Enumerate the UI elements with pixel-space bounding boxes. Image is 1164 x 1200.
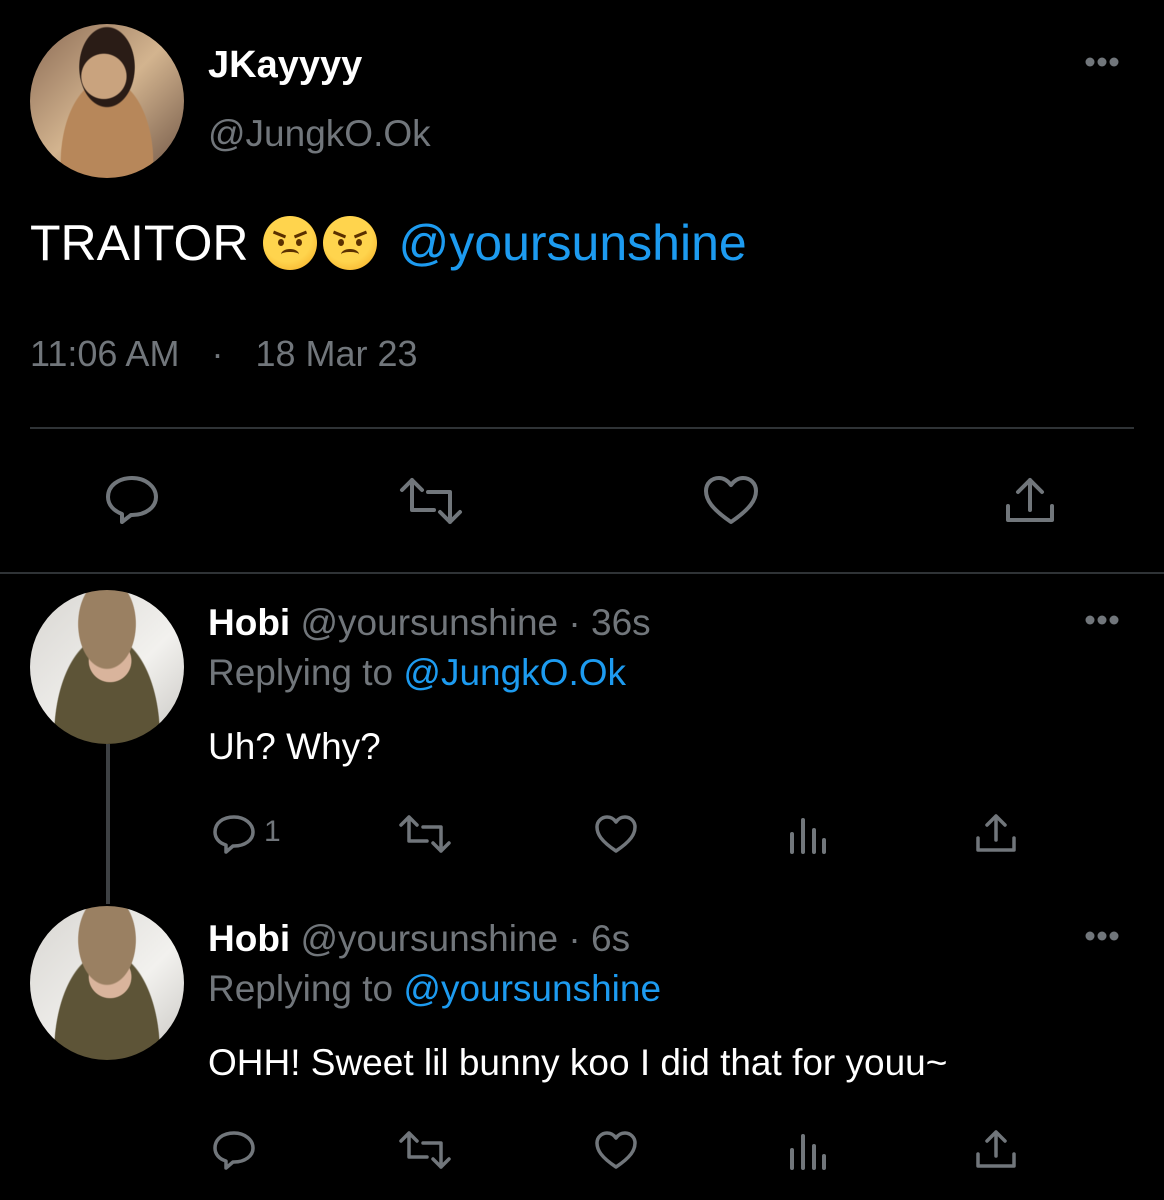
more-options-icon[interactable] [1084, 930, 1120, 942]
reply-dot: · [568, 602, 581, 643]
reply-display-name[interactable]: Hobi [208, 602, 290, 643]
reply-count: 1 [264, 815, 281, 848]
thread-connector-line [106, 744, 110, 904]
reply-handle[interactable]: @yoursunshine [300, 918, 558, 959]
reply-age[interactable]: 6s [591, 918, 630, 959]
tweet-text: TRAITOR @yoursunshine [30, 214, 747, 272]
more-options-icon[interactable] [1084, 56, 1120, 68]
views-analytics-icon[interactable] [788, 1132, 828, 1170]
tweet-timestamp[interactable]: 11:06 AM · 18 Mar 23 [30, 333, 418, 375]
like-heart-icon[interactable] [594, 814, 638, 854]
share-icon[interactable] [1002, 474, 1058, 526]
like-heart-icon[interactable] [594, 1130, 638, 1170]
avatar-hobi[interactable] [30, 590, 184, 744]
reply-header: Hobi @yoursunshine · 36s [208, 602, 651, 644]
user-handle[interactable]: @JungkO.Ok [208, 113, 431, 155]
tweet-time: 11:06 AM [30, 333, 180, 374]
reply-display-name[interactable]: Hobi [208, 918, 290, 959]
like-heart-icon[interactable] [702, 474, 760, 526]
reply-icon[interactable] [212, 814, 256, 856]
tweet-date: 18 Mar 23 [255, 333, 418, 374]
display-name[interactable]: JKayyyy [208, 44, 362, 87]
reply-text: OHH! Sweet lil bunny koo I did that for … [208, 1042, 948, 1083]
replying-to-line: Replying to @yoursunshine [208, 968, 661, 1010]
reply-icon[interactable] [104, 474, 160, 526]
replying-to-link[interactable]: @yoursunshine [403, 968, 661, 1009]
reply-text: Uh? Why? [208, 726, 381, 767]
avatar-hobi[interactable] [30, 906, 184, 1060]
reply-dot: · [568, 918, 581, 959]
views-analytics-icon[interactable] [788, 816, 828, 854]
share-icon[interactable] [974, 812, 1018, 854]
retweet-icon[interactable] [398, 814, 452, 854]
tweet-body: TRAITOR [30, 215, 249, 271]
more-options-icon[interactable] [1084, 614, 1120, 626]
share-icon[interactable] [974, 1128, 1018, 1170]
angry-face-icon [262, 216, 317, 270]
replying-to-line: Replying to @JungkO.Ok [208, 652, 626, 694]
replying-label: Replying to [208, 968, 394, 1009]
avatar-jkayyyy[interactable] [30, 24, 184, 178]
reply-age[interactable]: 36s [591, 602, 651, 643]
divider [0, 572, 1164, 574]
reply-header: Hobi @yoursunshine · 6s [208, 918, 630, 960]
timestamp-separator: · [211, 333, 224, 374]
retweet-icon[interactable] [398, 476, 464, 526]
retweet-icon[interactable] [398, 1130, 452, 1170]
reply-handle[interactable]: @yoursunshine [300, 602, 558, 643]
divider [30, 427, 1134, 429]
mention-link[interactable]: @yoursunshine [399, 214, 747, 272]
replying-label: Replying to [208, 652, 394, 693]
angry-face-icon [322, 216, 377, 270]
replying-to-link[interactable]: @JungkO.Ok [403, 652, 626, 693]
reply-icon[interactable] [212, 1130, 256, 1172]
